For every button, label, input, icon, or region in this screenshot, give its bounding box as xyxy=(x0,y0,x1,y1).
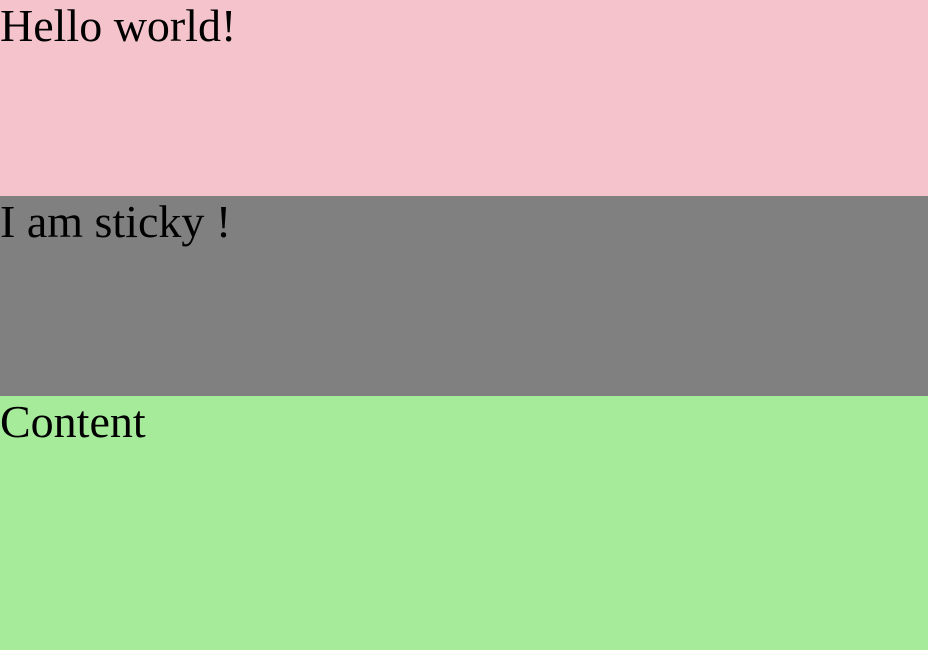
header-section: Hello world! xyxy=(0,0,928,196)
sticky-text: I am sticky ! xyxy=(0,196,232,247)
header-text: Hello world! xyxy=(0,0,237,51)
content-section: Content xyxy=(0,396,928,650)
content-text: Content xyxy=(0,396,146,447)
page: Hello world! I am sticky ! Content xyxy=(0,0,928,650)
sticky-section: I am sticky ! xyxy=(0,196,928,396)
